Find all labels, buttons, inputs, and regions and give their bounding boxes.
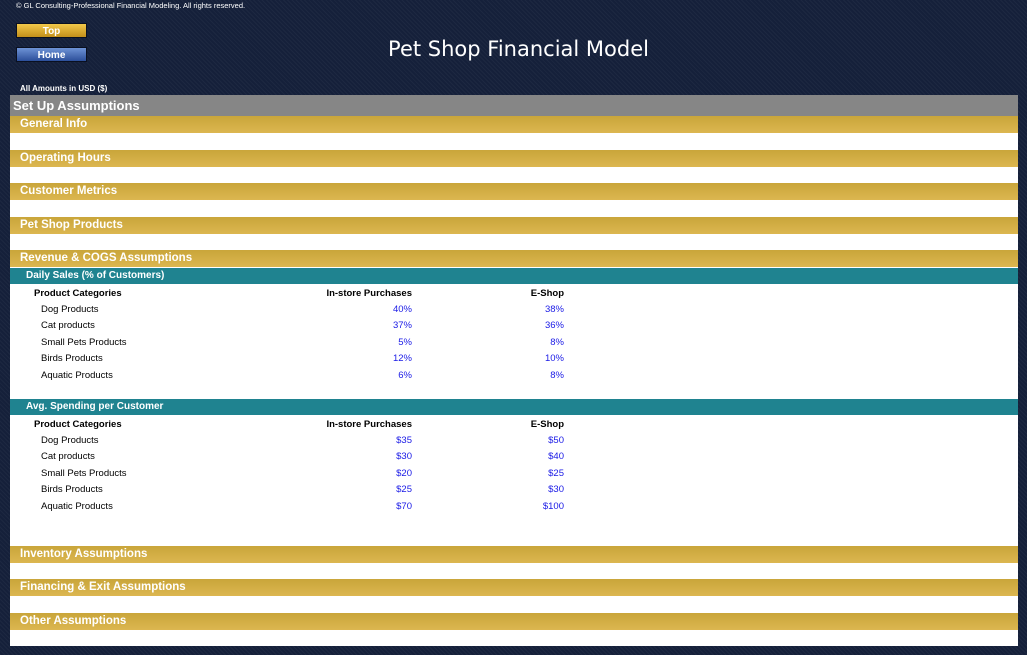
category-name: Cat products bbox=[41, 320, 95, 331]
eshop-value[interactable]: $50 bbox=[548, 433, 564, 449]
section-financing-exit[interactable]: Financing & Exit Assumptions bbox=[10, 579, 1018, 596]
column-header-category: Product Categories bbox=[34, 419, 122, 430]
eshop-value[interactable]: $25 bbox=[548, 466, 564, 482]
section-other[interactable]: Other Assumptions bbox=[10, 613, 1018, 630]
category-name: Small Pets Products bbox=[41, 337, 127, 348]
currency-note: All Amounts in USD ($) bbox=[20, 84, 108, 93]
category-name: Aquatic Products bbox=[41, 370, 113, 381]
table-row: Birds Products $25 $30 bbox=[10, 482, 1018, 498]
in-store-value[interactable]: $35 bbox=[396, 433, 412, 449]
table-row: Small Pets Products 5% 8% bbox=[10, 335, 1018, 351]
setup-assumptions-header: Set Up Assumptions bbox=[10, 95, 1018, 116]
table-row: Aquatic Products 6% 8% bbox=[10, 368, 1018, 384]
in-store-value[interactable]: 12% bbox=[393, 351, 412, 367]
eshop-value[interactable]: $40 bbox=[548, 449, 564, 465]
eshop-value[interactable]: 38% bbox=[545, 302, 564, 318]
section-operating-hours[interactable]: Operating Hours bbox=[10, 150, 1018, 167]
eshop-value[interactable]: $30 bbox=[548, 482, 564, 498]
table-row: Small Pets Products $20 $25 bbox=[10, 466, 1018, 482]
top-button[interactable]: Top bbox=[16, 23, 87, 38]
in-store-value[interactable]: 6% bbox=[398, 368, 412, 384]
in-store-value[interactable]: 40% bbox=[393, 302, 412, 318]
section-customer-metrics[interactable]: Customer Metrics bbox=[10, 183, 1018, 200]
category-name: Birds Products bbox=[41, 484, 103, 495]
section-revenue-cogs[interactable]: Revenue & COGS Assumptions bbox=[10, 250, 1018, 267]
table-row: Dog Products 40% 38% bbox=[10, 302, 1018, 318]
daily-sales-table-header: Product Categories In-store Purchases E-… bbox=[10, 286, 1018, 302]
daily-sales-header: Daily Sales (% of Customers) bbox=[10, 268, 1018, 284]
eshop-value[interactable]: 8% bbox=[550, 335, 564, 351]
table-row: Cat products 37% 36% bbox=[10, 318, 1018, 334]
eshop-value[interactable]: $100 bbox=[543, 499, 564, 515]
in-store-value[interactable]: 37% bbox=[393, 318, 412, 334]
table-row: Dog Products $35 $50 bbox=[10, 433, 1018, 449]
category-name: Small Pets Products bbox=[41, 468, 127, 479]
category-name: Dog Products bbox=[41, 304, 99, 315]
in-store-value[interactable]: $20 bbox=[396, 466, 412, 482]
column-header-category: Product Categories bbox=[34, 288, 122, 299]
in-store-value[interactable]: $25 bbox=[396, 482, 412, 498]
table-row: Birds Products 12% 10% bbox=[10, 351, 1018, 367]
column-header-eshop: E-Shop bbox=[530, 419, 564, 430]
table-row: Cat products $30 $40 bbox=[10, 449, 1018, 465]
avg-spending-table-header: Product Categories In-store Purchases E-… bbox=[10, 417, 1018, 433]
eshop-value[interactable]: 36% bbox=[545, 318, 564, 334]
eshop-value[interactable]: 10% bbox=[545, 351, 564, 367]
home-button[interactable]: Home bbox=[16, 47, 87, 62]
in-store-value[interactable]: 5% bbox=[398, 335, 412, 351]
assumptions-sheet: Set Up Assumptions General Info Operatin… bbox=[10, 95, 1018, 646]
column-header-eshop: E-Shop bbox=[530, 288, 564, 299]
in-store-value[interactable]: $30 bbox=[396, 449, 412, 465]
category-name: Birds Products bbox=[41, 353, 103, 364]
section-pet-shop-products[interactable]: Pet Shop Products bbox=[10, 217, 1018, 234]
column-header-in-store: In-store Purchases bbox=[326, 419, 412, 430]
page-title: Pet Shop Financial Model bbox=[388, 37, 649, 61]
category-name: Cat products bbox=[41, 451, 95, 462]
in-store-value[interactable]: $70 bbox=[396, 499, 412, 515]
eshop-value[interactable]: 8% bbox=[550, 368, 564, 384]
table-row: Aquatic Products $70 $100 bbox=[10, 499, 1018, 515]
section-inventory[interactable]: Inventory Assumptions bbox=[10, 546, 1018, 563]
column-header-in-store: In-store Purchases bbox=[326, 288, 412, 299]
category-name: Dog Products bbox=[41, 435, 99, 446]
section-general-info[interactable]: General Info bbox=[10, 116, 1018, 133]
copyright-text: © GL Consulting-Professional Financial M… bbox=[16, 1, 246, 10]
category-name: Aquatic Products bbox=[41, 501, 113, 512]
avg-spending-header: Avg. Spending per Customer bbox=[10, 399, 1018, 415]
